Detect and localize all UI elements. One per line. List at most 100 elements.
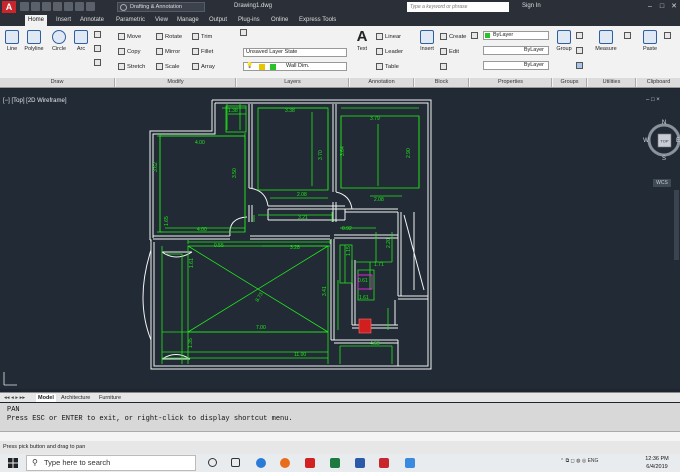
search-input[interactable]: Type a keyword or phrase (407, 2, 509, 12)
copy-button[interactable]: Copy (118, 48, 141, 55)
firefox-icon[interactable] (280, 458, 290, 468)
circle-tool-button[interactable]: Circle (49, 30, 69, 52)
group-button[interactable]: Group (554, 30, 574, 52)
modify-panel-title[interactable]: Modify (116, 78, 236, 87)
dim-text: 4.00 (197, 227, 207, 233)
save-as-icon[interactable] (53, 2, 62, 11)
tab-insert[interactable]: Insert (53, 15, 74, 26)
tab-nav-arrows[interactable]: ◂◂ ◂ ▸ ▸▸ (2, 394, 27, 402)
save-icon[interactable] (42, 2, 51, 11)
clock[interactable]: 12:36 PM 6/4/2019 (638, 455, 676, 471)
ungroup-button[interactable] (576, 32, 585, 39)
maximize-button[interactable]: □ (657, 2, 667, 12)
vertical-scrollbar[interactable] (674, 190, 679, 260)
autocad-taskbar-icon[interactable] (379, 458, 389, 468)
task-view-icon[interactable] (231, 458, 240, 467)
match-properties-button[interactable] (471, 32, 480, 39)
mirror-button[interactable]: Mirror (156, 48, 180, 55)
groups-panel-title[interactable]: Groups (553, 78, 587, 87)
application-menu-button[interactable]: A (2, 1, 16, 13)
region-tool-button[interactable] (94, 59, 103, 66)
tab-parametric[interactable]: Parametric (113, 15, 148, 26)
measure-button[interactable]: Measure (591, 30, 621, 52)
edit-block-button[interactable]: Edit (440, 48, 459, 55)
pdf-reader-icon[interactable] (305, 458, 315, 468)
minimize-button[interactable]: – (645, 2, 655, 12)
trim-button[interactable]: Trim (192, 33, 212, 40)
properties-panel-title[interactable]: Properties (470, 78, 552, 87)
group-select-button[interactable] (576, 62, 585, 69)
taskbar-search-input[interactable]: ⚲ Type here to search (26, 455, 196, 471)
tab-furniture[interactable]: Furniture (97, 394, 123, 402)
layer-state-dropdown[interactable]: Unsaved Layer State (243, 48, 347, 57)
tab-plug-ins[interactable]: Plug-ins (235, 15, 263, 26)
undo-icon[interactable] (75, 2, 84, 11)
layers-panel-title[interactable]: Layers (237, 78, 349, 87)
tab-manage[interactable]: Manage (174, 15, 202, 26)
redo-icon[interactable] (86, 2, 95, 11)
drawing-canvas[interactable]: 1.38 3.38 3.79 4.00 3.62 3.70 3.50 3.64 … (0, 89, 680, 389)
windows-start-icon[interactable] (8, 458, 18, 468)
workspace-dropdown[interactable]: Drafting & Annotation (117, 2, 205, 12)
copy-clip-button[interactable] (664, 32, 673, 39)
draw-panel-title[interactable]: Draw (0, 78, 115, 87)
group-edit-button[interactable] (576, 47, 585, 54)
paste-button[interactable]: Paste (640, 30, 660, 52)
command-input[interactable] (0, 431, 680, 441)
system-tray[interactable]: ⌃ ⧉ ◻ ◍ ◎ ENG (560, 458, 598, 464)
tab-architecture[interactable]: Architecture (59, 394, 92, 402)
hatch-icon (94, 45, 101, 52)
wcs-menu[interactable]: WCS (653, 179, 671, 187)
line-tool-button[interactable]: Line (3, 30, 21, 52)
viewport-window-controls[interactable]: – □ × (646, 97, 660, 103)
clipboard-panel-title[interactable]: Clipboard (637, 78, 680, 87)
move-button[interactable]: Move (118, 33, 141, 40)
table-button[interactable]: Table (376, 63, 399, 70)
close-button[interactable]: ✕ (669, 2, 679, 12)
layer-properties-button[interactable] (240, 29, 249, 36)
annotation-panel-title[interactable]: Annotation (350, 78, 414, 87)
sign-in-link[interactable]: Sign In (522, 3, 541, 9)
viewcube-face-label: TOP (660, 139, 668, 144)
open-file-icon[interactable] (31, 2, 40, 11)
array-button[interactable]: Array (192, 63, 215, 70)
linetype-dropdown[interactable]: ByLayer (483, 46, 549, 55)
tab-output[interactable]: Output (206, 15, 230, 26)
rotate-button[interactable]: Rotate (156, 33, 182, 40)
word-icon[interactable] (355, 458, 365, 468)
utilities-panel-title[interactable]: Utilities (588, 78, 636, 87)
hatch-tool-button[interactable] (94, 45, 103, 52)
excel-icon[interactable] (330, 458, 340, 468)
app-taskbar-icon[interactable] (405, 458, 415, 468)
lineweight-dropdown[interactable]: ByLayer (483, 61, 549, 70)
stretch-button[interactable]: Stretch (118, 63, 145, 70)
arc-tool-button[interactable]: Arc (72, 30, 90, 52)
new-file-icon[interactable] (20, 2, 29, 11)
edge-icon[interactable] (256, 458, 266, 468)
text-button[interactable]: A Text (352, 29, 372, 52)
fillet-button[interactable]: Fillet (192, 48, 213, 55)
viewcube[interactable]: TOP N S W E (640, 112, 680, 172)
circle-label: Circle (51, 46, 67, 52)
leader-button[interactable]: Leader (376, 48, 403, 55)
color-dropdown[interactable]: ByLayer (483, 31, 549, 40)
rectangle-tool-button[interactable] (94, 31, 103, 38)
tab-online[interactable]: Online (268, 15, 291, 26)
tab-home[interactable]: Home (25, 15, 48, 26)
polyline-tool-button[interactable]: Polyline (22, 30, 46, 52)
tab-express-tools[interactable]: Express Tools (296, 15, 339, 26)
tab-view[interactable]: View (152, 15, 171, 26)
tab-model[interactable]: Model (36, 394, 56, 402)
block-panel-title[interactable]: Block (415, 78, 469, 87)
scale-button[interactable]: Scale (156, 63, 180, 70)
cortana-icon[interactable] (208, 458, 217, 467)
plot-icon[interactable] (64, 2, 73, 11)
block-attribute-button[interactable] (440, 63, 449, 70)
viewport-controls[interactable]: [−] [Top] [2D Wireframe] (3, 98, 67, 104)
utilities-extra-button[interactable] (624, 32, 633, 39)
create-block-button[interactable]: Create (440, 33, 466, 40)
tab-annotate[interactable]: Annotate (77, 15, 107, 26)
linear-dimension-button[interactable]: Linear (376, 33, 401, 40)
insert-block-button[interactable]: Insert (417, 30, 437, 52)
compass-w: W (643, 138, 649, 144)
